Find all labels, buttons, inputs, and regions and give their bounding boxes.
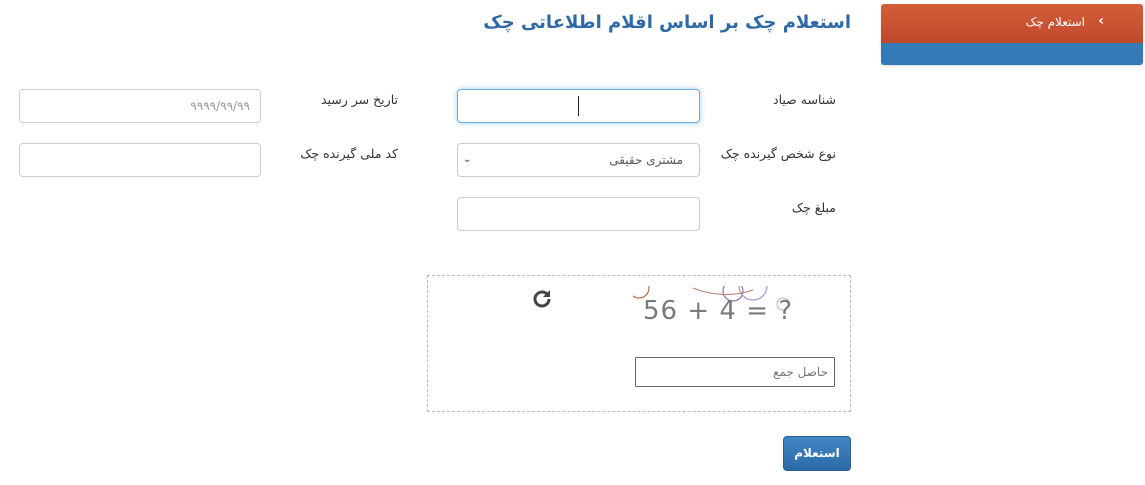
sayad-id-input[interactable] [457, 89, 700, 123]
due-date-label: تاریخ سر رسید [320, 92, 398, 107]
text-caret [578, 96, 579, 116]
receiver-national-code-label: کد ملی گیرنده چک [300, 146, 398, 161]
sidebar-item-check-inquiry[interactable]: استعلام چک ‹ [881, 4, 1143, 65]
captcha-answer-input[interactable]: حاصل جمع [635, 357, 835, 387]
chevron-left-icon: ‹ [1098, 13, 1104, 29]
captcha-answer-placeholder: حاصل جمع [773, 365, 828, 379]
receiver-type-selected: مشتری حقیقی [609, 153, 683, 167]
sidebar-item-underbar [881, 43, 1143, 65]
amount-input[interactable] [457, 197, 700, 231]
receiver-national-code-input[interactable] [19, 143, 261, 177]
refresh-icon[interactable] [530, 287, 554, 311]
submit-inquiry-button[interactable]: استعلام [783, 436, 851, 471]
sayad-id-label: شناسه صیاد [773, 92, 836, 107]
due-date-placeholder: ۹۹۹۹/۹۹/۹۹ [190, 99, 250, 113]
captcha-image: 56 + 4 = ? [633, 286, 805, 326]
captcha-expression: 56 + 4 = ? [643, 296, 794, 326]
chevron-down-icon: ⌄ [463, 154, 472, 165]
page-title: استعلام چک بر اساس اقلام اطلاعاتی چک [483, 12, 851, 33]
receiver-type-label: نوع شخص گیرنده چک [720, 146, 836, 161]
sidebar-item-label: استعلام چک [1025, 15, 1085, 29]
amount-label: مبلغ چک [791, 200, 836, 215]
due-date-input[interactable]: ۹۹۹۹/۹۹/۹۹ [19, 89, 261, 123]
receiver-type-select[interactable]: مشتری حقیقی ⌄ [457, 143, 700, 177]
captcha-container: 56 + 4 = ? حاصل جمع [427, 275, 851, 412]
